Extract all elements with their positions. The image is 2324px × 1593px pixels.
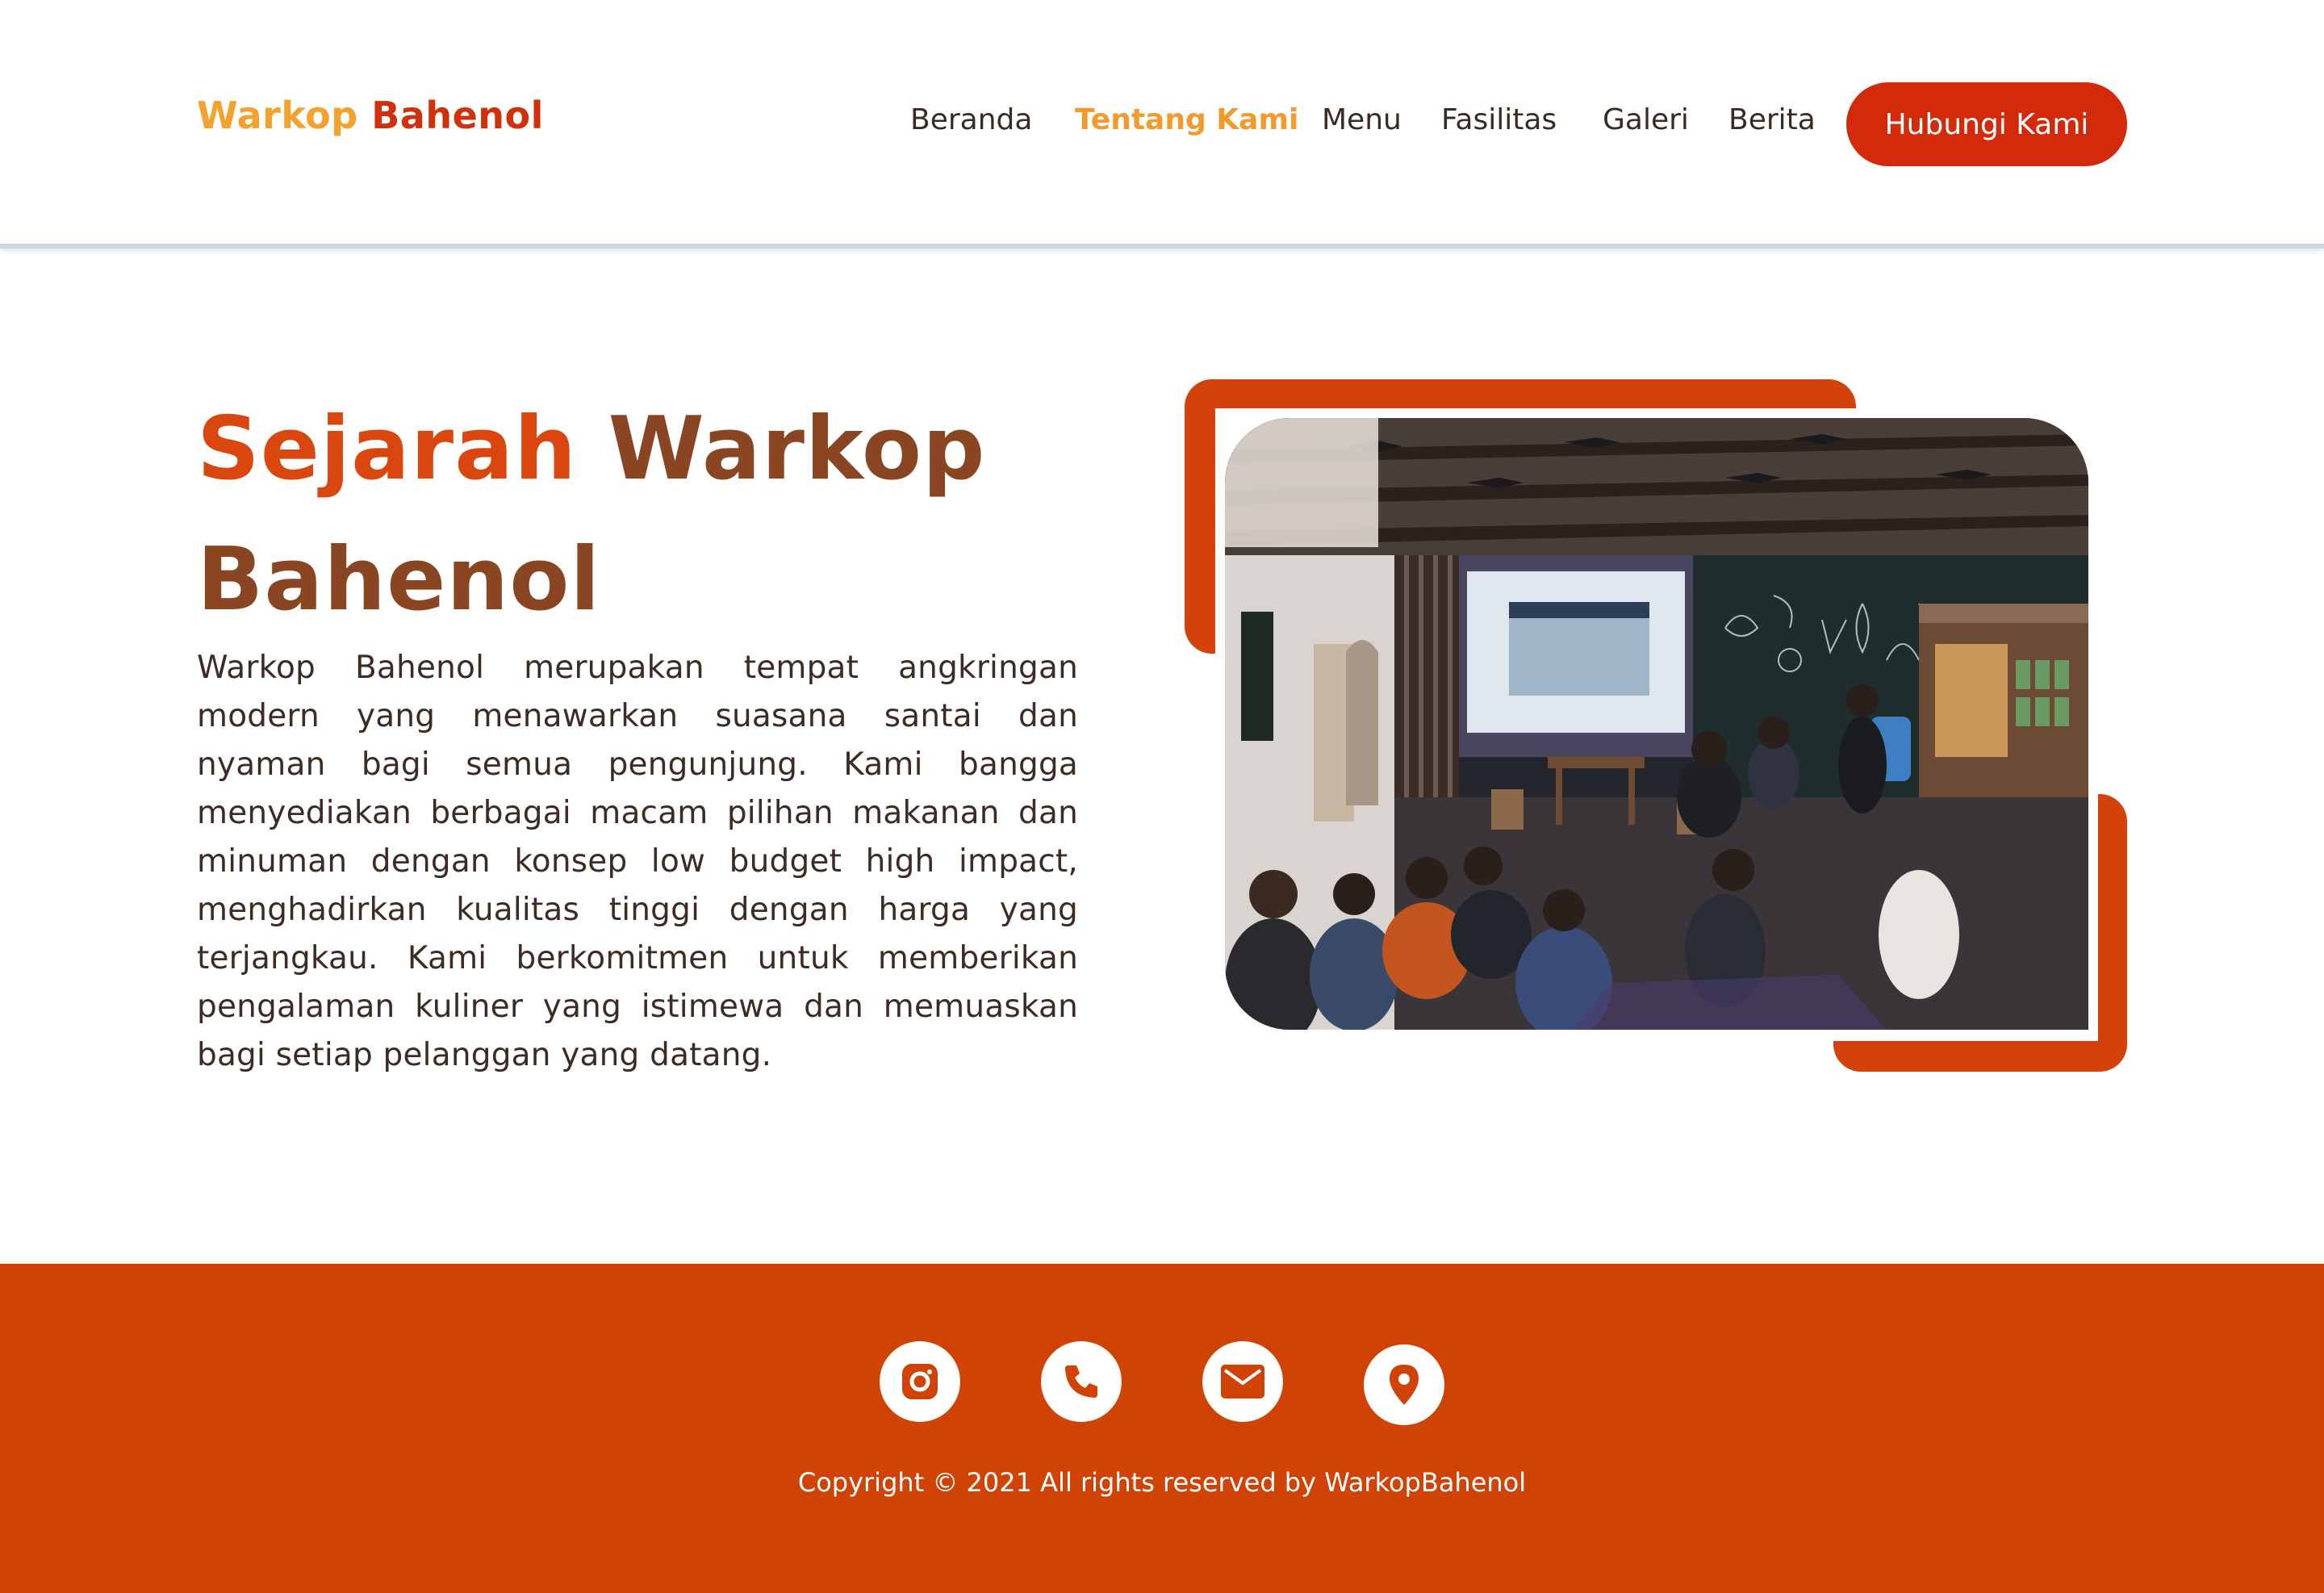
instagram-link[interactable] <box>880 1341 960 1422</box>
page: Warkop Bahenol Beranda Tentang Kami Menu… <box>0 0 2324 1593</box>
nav-item-galeri[interactable]: Galeri <box>1603 103 1689 136</box>
mail-link[interactable] <box>1202 1341 1283 1422</box>
title-highlight: Sejarah <box>197 399 577 500</box>
instagram-icon <box>902 1364 938 1399</box>
cafe-interior-photo <box>1225 418 2088 1030</box>
page-title: Sejarah Warkop Bahenol <box>197 384 1101 646</box>
cafe-interior-illustration <box>1225 418 2088 1030</box>
site-header: Warkop Bahenol Beranda Tentang Kami Menu… <box>0 0 2324 249</box>
location-link[interactable] <box>1364 1344 1444 1425</box>
nav-item-tentang-kami[interactable]: Tentang Kami <box>1075 103 1298 136</box>
copyright-text: Copyright © 2021 All rights reserved by … <box>797 1467 1527 1498</box>
mail-icon <box>1221 1365 1264 1399</box>
nav-item-berita[interactable]: Berita <box>1728 103 1816 136</box>
nav-item-beranda[interactable]: Beranda <box>910 103 1032 136</box>
phone-link[interactable] <box>1041 1341 1122 1422</box>
nav-item-fasilitas[interactable]: Fasilitas <box>1441 103 1557 136</box>
about-description: Warkop Bahenol merupakan tempat angkring… <box>197 650 1078 1073</box>
phone-icon <box>1065 1365 1097 1398</box>
nav-item-menu[interactable]: Menu <box>1322 103 1402 136</box>
site-footer: Copyright © 2021 All rights reserved by … <box>0 1264 2324 1593</box>
location-pin-icon <box>1390 1365 1419 1405</box>
hubungi-kami-button[interactable]: Hubungi Kami <box>1846 82 2127 166</box>
